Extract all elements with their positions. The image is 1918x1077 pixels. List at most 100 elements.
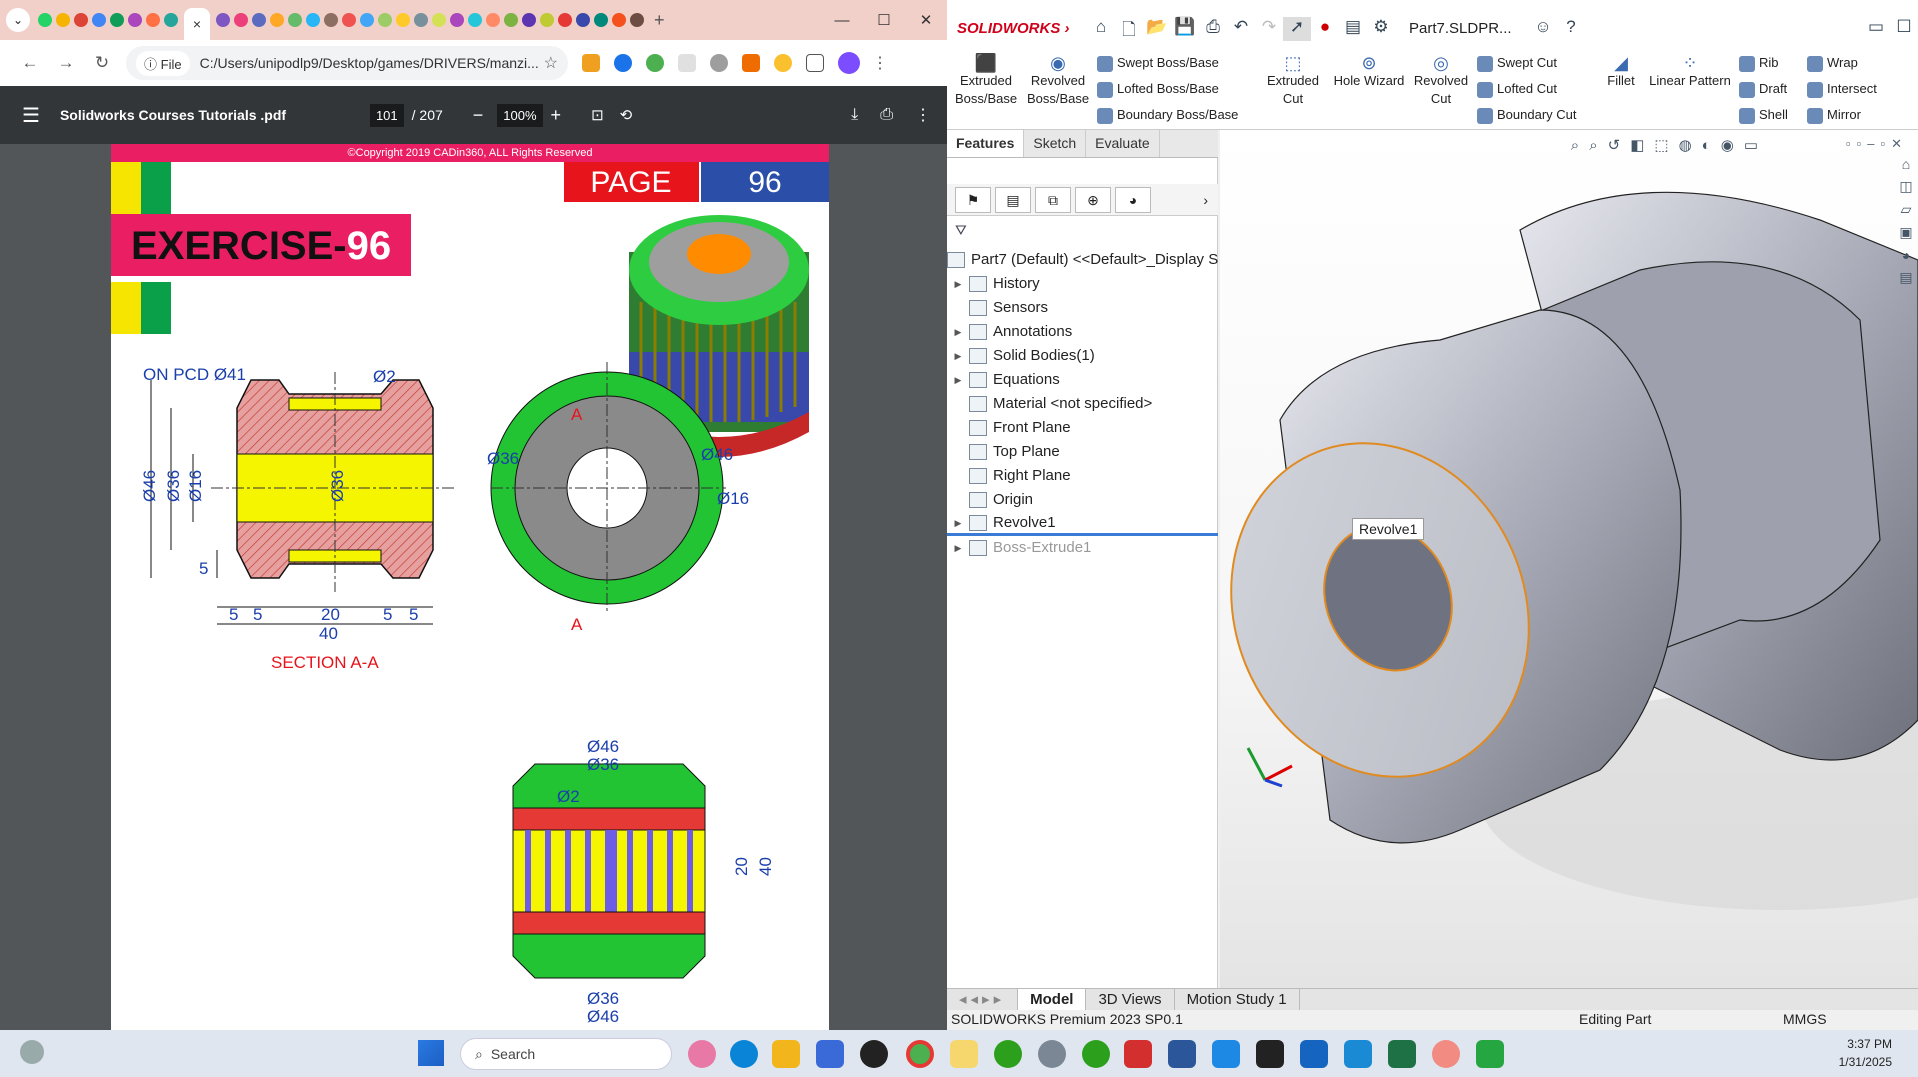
status-units[interactable]: MMGS <box>1783 1011 1827 1027</box>
viewport-window-controls[interactable]: ▫▫–▫✕ <box>1846 136 1908 152</box>
print-sw-icon[interactable]: ⎙ <box>1199 17 1227 41</box>
revolved-boss-button[interactable]: ◉ Revolved Boss/Base <box>1027 54 1089 108</box>
expand-arrow-icon[interactable]: ▶ <box>947 368 969 392</box>
tree-node[interactable]: Part7 (Default) <<Default>_Display S <box>947 248 1218 272</box>
tree-node[interactable]: ▶ Revolve1 <box>947 512 1218 536</box>
forward-arrow-icon[interactable]: → <box>48 53 84 73</box>
print-icon[interactable]: ⎙ <box>880 106 893 124</box>
extension-yellow-icon[interactable] <box>774 54 792 72</box>
section-view-icon[interactable]: ◧ <box>1630 136 1644 154</box>
intersect-button[interactable]: Intersect <box>1807 80 1877 98</box>
tab-3d-views[interactable]: 3D Views <box>1086 988 1175 1011</box>
display-manager-icon[interactable]: ◕ <box>1115 186 1151 213</box>
tab-favicon[interactable] <box>252 13 266 27</box>
hole-wizard-button[interactable]: ⊚ Hole Wizard <box>1329 54 1409 90</box>
back-arrow-icon[interactable]: ← <box>12 53 48 73</box>
hide-show-icon[interactable]: ◐ <box>1702 137 1711 154</box>
bookmark-star-icon[interactable]: ☆ <box>544 53 558 73</box>
word-icon[interactable] <box>1168 1040 1196 1068</box>
tab-favicon[interactable] <box>378 13 392 27</box>
tree-node[interactable]: Top Plane <box>947 440 1218 464</box>
select-cursor-icon[interactable]: ➚ <box>1283 16 1311 41</box>
tab-favicon[interactable] <box>146 13 160 27</box>
scene-icon[interactable]: ▭ <box>1744 136 1758 154</box>
tab-favicon[interactable] <box>324 13 338 27</box>
solidworks-taskbar-icon[interactable] <box>1124 1040 1152 1068</box>
feature-tree-icon[interactable]: ⚑ <box>955 186 991 213</box>
tree-node[interactable]: ▶ Annotations <box>947 320 1218 344</box>
fit-page-icon[interactable]: ⊡ <box>591 106 604 124</box>
extruded-boss-button[interactable]: ⬛ Extruded Boss/Base <box>955 54 1017 108</box>
tab-motion-study[interactable]: Motion Study 1 <box>1175 988 1300 1011</box>
download-icon[interactable]: ⤓ <box>851 106 858 124</box>
appearances-icon[interactable]: ◕ <box>1894 247 1918 263</box>
tab-favicon[interactable] <box>522 13 536 27</box>
tab-favicon[interactable] <box>432 13 446 27</box>
extruded-cut-button[interactable]: ⬚ Extruded Cut <box>1263 54 1323 108</box>
open-icon[interactable]: 📂 <box>1143 17 1171 41</box>
tab-favicon[interactable] <box>396 13 410 27</box>
terminal-icon[interactable] <box>1256 1040 1284 1068</box>
rotate-icon[interactable]: ⟲ <box>620 106 633 124</box>
tree-node[interactable]: Right Plane <box>947 464 1218 488</box>
zoom-area-icon[interactable]: ⌕ <box>1589 137 1597 154</box>
view-palette-icon[interactable]: ▣ <box>1894 224 1918 241</box>
extension-grid-icon[interactable] <box>678 54 696 72</box>
tab-favicon[interactable] <box>486 13 500 27</box>
extension-globe-icon[interactable] <box>710 54 728 72</box>
rebuild-icon[interactable]: ● <box>1311 17 1339 41</box>
extension-blue-icon[interactable] <box>614 54 632 72</box>
start-windows-icon[interactable] <box>418 1040 444 1066</box>
expand-arrow-icon[interactable]: ▶ <box>947 536 969 560</box>
tab-favicon[interactable] <box>612 13 626 27</box>
extension-pen-icon[interactable] <box>582 54 600 72</box>
draft-button[interactable]: Draft <box>1739 80 1787 98</box>
manager-more-icon[interactable]: › <box>1203 192 1208 208</box>
config-manager-icon[interactable]: ⧉ <box>1035 186 1071 213</box>
expand-arrow-icon[interactable]: ▶ <box>947 344 969 368</box>
swept-cut-button[interactable]: Swept Cut <box>1477 54 1557 72</box>
pdf-viewer[interactable]: ©Copyright 2019 CADin360, ALL Rights Res… <box>0 144 947 1030</box>
save-icon[interactable]: 💾 <box>1171 17 1199 41</box>
design-library-icon[interactable]: ◫ <box>1894 178 1918 195</box>
colorful-app-icon[interactable] <box>1432 1040 1460 1068</box>
mirror-button[interactable]: Mirror <box>1807 106 1861 124</box>
property-manager-icon[interactable]: ▤ <box>995 186 1031 213</box>
tab-favicon[interactable] <box>56 13 70 27</box>
tab-features[interactable]: Features <box>947 130 1025 157</box>
tab-search-chevron-icon[interactable]: ⌄ <box>6 8 30 32</box>
expand-arrow-icon[interactable]: ▶ <box>947 512 969 533</box>
vscode-icon[interactable] <box>1344 1040 1372 1068</box>
display-style-icon[interactable]: ◍ <box>1679 136 1692 154</box>
sw-brand-logo[interactable]: SOLIDWORKS › <box>947 20 1087 37</box>
tab-favicon[interactable] <box>110 13 124 27</box>
linear-pattern-button[interactable]: ⁘ Linear Pattern <box>1643 54 1737 90</box>
new-doc-icon[interactable]: 🗋 <box>1115 17 1143 41</box>
tab-evaluate[interactable]: Evaluate <box>1086 130 1160 157</box>
tab-favicon[interactable] <box>414 13 428 27</box>
options-gear-icon[interactable]: ⚙ <box>1367 17 1395 41</box>
appearance-icon[interactable]: ◉ <box>1721 136 1734 154</box>
tab-favicon[interactable] <box>270 13 284 27</box>
boundary-cut-button[interactable]: Boundary Cut <box>1477 106 1577 124</box>
tree-node[interactable]: ▶ Boss-Extrude1 <box>947 536 1218 560</box>
home-icon[interactable]: ⌂ <box>1087 17 1115 41</box>
tab-nav-arrows[interactable]: ◂◂▸▸ <box>947 988 1019 1011</box>
pdf-more-icon[interactable]: ⋮ <box>915 105 931 125</box>
address-input[interactable]: ⓘ File C:/Users/unipodlp9/Desktop/games/… <box>126 46 568 80</box>
copilot-icon[interactable] <box>688 1040 716 1068</box>
tab-model[interactable]: Model <box>1018 988 1087 1011</box>
shell-button[interactable]: Shell <box>1739 106 1788 124</box>
tab-favicon[interactable] <box>216 13 230 27</box>
tree-node[interactable]: ▶ Equations <box>947 368 1218 392</box>
wrap-button[interactable]: Wrap <box>1807 54 1858 72</box>
widgets-icon[interactable] <box>20 1040 44 1064</box>
dell-icon[interactable] <box>860 1040 888 1068</box>
tab-favicon[interactable] <box>288 13 302 27</box>
help-icon[interactable]: ? <box>1557 17 1585 41</box>
sw-maximize-icon[interactable]: ☐ <box>1890 17 1918 41</box>
zoom-input[interactable]: 100% <box>497 103 543 127</box>
tab-sketch[interactable]: Sketch <box>1024 130 1087 157</box>
file-props-icon[interactable]: ▤ <box>1339 17 1367 41</box>
graphics-viewport[interactable]: ⌕ ⌕ ↺ ◧ ⬚ ◍ ◐ ◉ ▭ ▫▫–▫✕ Revolve1 ⌂ ◫ ▱ ▣… <box>1220 130 1918 988</box>
